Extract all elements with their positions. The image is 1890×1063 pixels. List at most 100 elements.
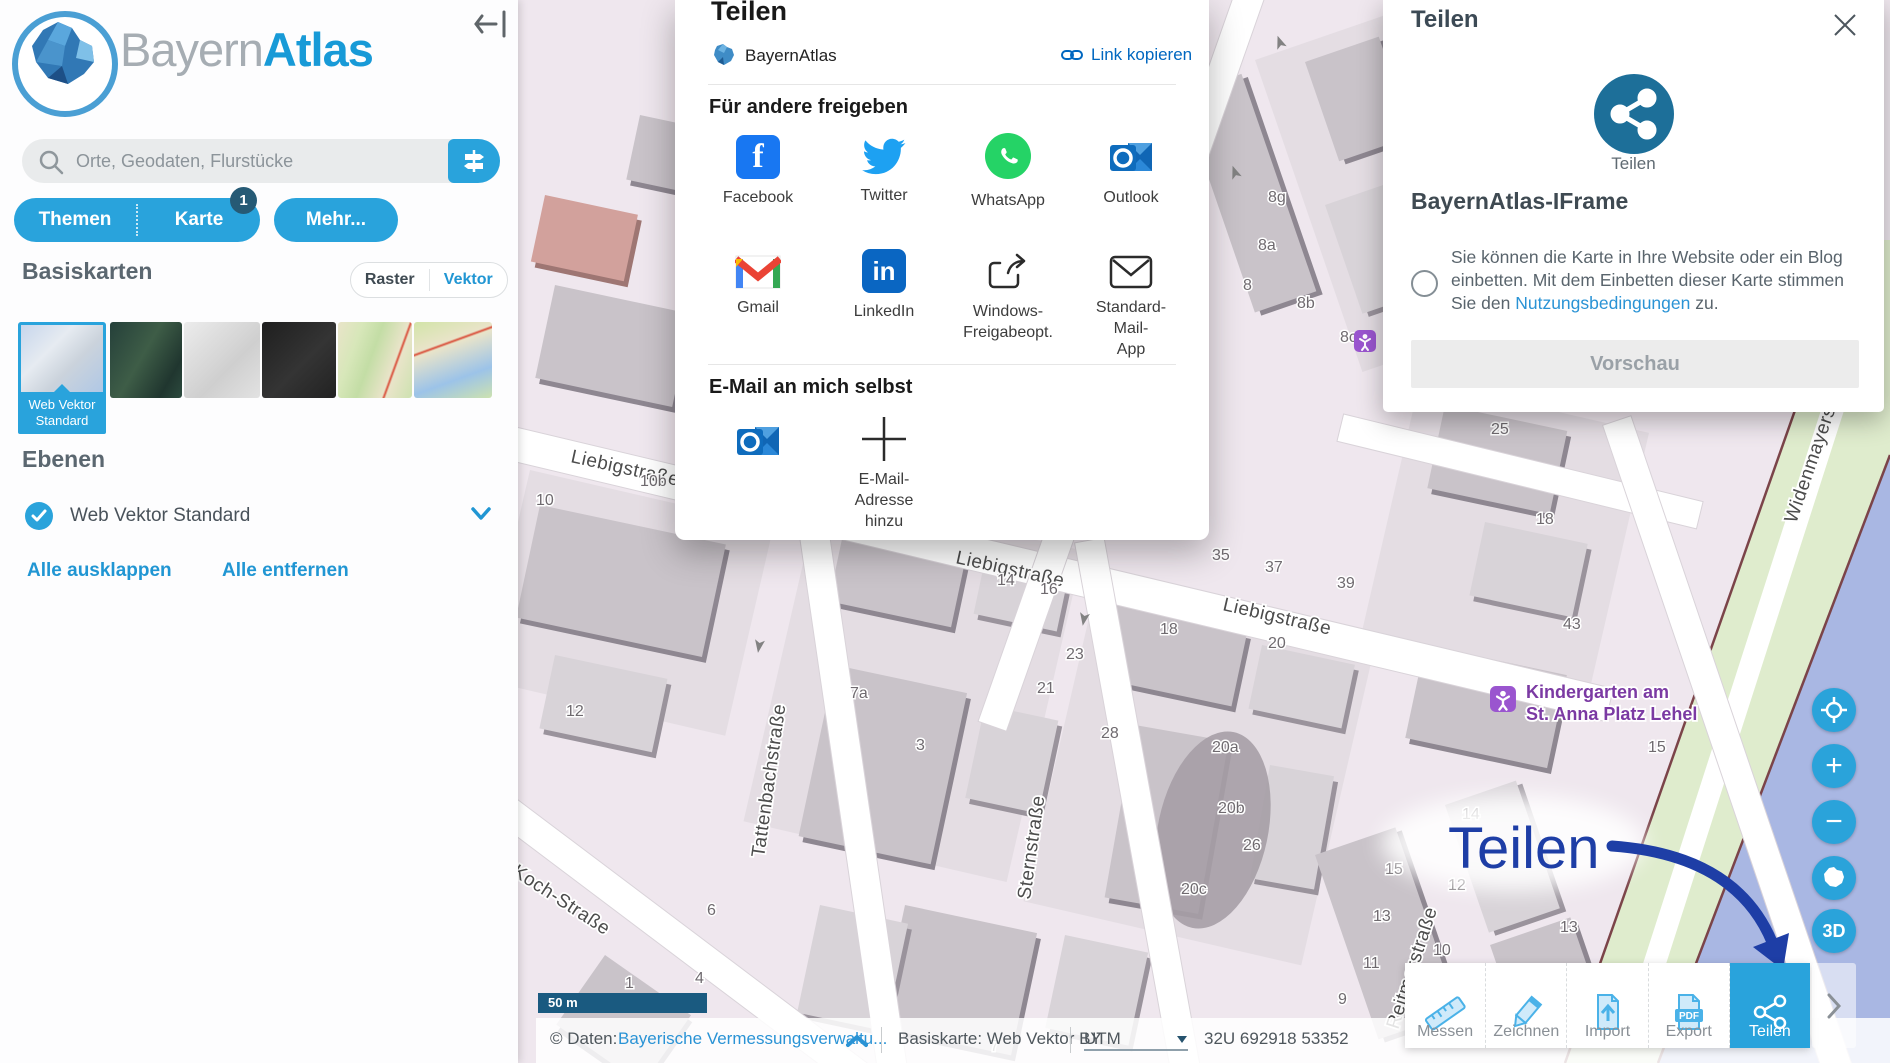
iframe-heading: BayernAtlas-IFrame (1411, 188, 1628, 215)
add-email-line1: E-Mail-Adresse (855, 471, 914, 509)
svg-text:11: 11 (1363, 955, 1380, 972)
tab-mehr[interactable]: Mehr... (274, 198, 398, 242)
copy-link-label: Link kopieren (1091, 45, 1192, 65)
geolocate-button[interactable] (1812, 688, 1856, 732)
toggle-vektor[interactable]: Vektor (430, 270, 508, 290)
divider (708, 364, 1176, 365)
svg-text:8a: 8a (1258, 237, 1276, 254)
zoom-to-extent-button[interactable] (1812, 856, 1856, 900)
measure-button[interactable]: Messen (1405, 963, 1486, 1048)
svg-text:13: 13 (1560, 919, 1578, 936)
shared-item-row: BayernAtlas (711, 42, 737, 70)
layer-checkbox[interactable] (25, 502, 53, 530)
share-circle-icon[interactable] (1592, 72, 1676, 156)
svg-text:9: 9 (1338, 991, 1347, 1008)
geolocate-icon (1820, 696, 1848, 724)
svg-text:43: 43 (1563, 616, 1581, 633)
basemap-thumb-gray[interactable] (184, 322, 260, 398)
collapse-attribution-icon[interactable] (844, 1033, 870, 1049)
svg-text:Kindergarten am: Kindergarten am (1526, 682, 1669, 702)
bayernatlas-app: Liebigstraße Liebigstraße Liebigstraße T… (0, 0, 1890, 1063)
layer-expand-chevron[interactable] (470, 506, 492, 522)
copy-link-button[interactable]: Link kopieren (1055, 44, 1198, 66)
tool-label: Import (1567, 1023, 1647, 1041)
svg-text:16: 16 (1040, 581, 1058, 598)
outlook-icon (735, 419, 781, 463)
preview-button[interactable]: Vorschau (1411, 340, 1859, 388)
svg-text:8g: 8g (1268, 189, 1286, 206)
basemap-thumb-topo2[interactable] (414, 322, 492, 398)
expand-all-link[interactable]: Alle ausklappen (27, 560, 172, 582)
brand-bayern: Bayern (120, 23, 263, 76)
svg-text:14: 14 (997, 572, 1015, 589)
linkedin-icon: in (862, 249, 906, 293)
email-self-outlook[interactable] (703, 418, 813, 464)
share-whatsapp[interactable]: WhatsApp (953, 132, 1063, 212)
zoom-in-button[interactable]: + (1812, 744, 1856, 788)
svg-text:PDF: PDF (1679, 1011, 1699, 1022)
karte-badge: 1 (230, 187, 257, 214)
share-panel-title: Teilen (1411, 6, 1479, 34)
collapse-arrow-icon (474, 8, 508, 40)
iframe-radio[interactable] (1411, 270, 1438, 297)
svg-text:20b: 20b (1218, 800, 1245, 817)
share-icon-label: Teilen (1383, 154, 1884, 174)
close-icon (1832, 12, 1858, 38)
basemap-thumb-topo[interactable] (338, 322, 412, 398)
svg-text:10: 10 (1433, 942, 1451, 959)
bavaria-outline-icon (1821, 865, 1847, 891)
terms-link[interactable]: Nutzungsbedingungen (1515, 293, 1690, 313)
raster-vektor-toggle: Raster Vektor (350, 262, 508, 298)
windows-share-icon (986, 251, 1030, 293)
share-panel: Teilen Teilen BayernAtlas-IFrame Sie kön… (1383, 0, 1884, 412)
tab-themen[interactable]: Themen (14, 198, 136, 242)
add-email-button[interactable]: E-Mail-Adresse hinzu (829, 412, 939, 533)
export-button[interactable]: PDF Export (1649, 963, 1730, 1048)
svg-text:37: 37 (1265, 559, 1283, 576)
crs-select[interactable]: UTM (1084, 1029, 1188, 1051)
search-input[interactable] (74, 139, 434, 183)
share-facebook[interactable]: f Facebook (703, 134, 813, 209)
outlook-icon (1108, 135, 1154, 179)
windows-share-dialog: Teilen BayernAtlas Link kopieren Für and… (675, 0, 1209, 540)
import-button[interactable]: Import (1567, 963, 1648, 1048)
chevron-down-icon (470, 506, 492, 522)
svg-text:St. Anna Platz Lehel: St. Anna Platz Lehel (1526, 704, 1697, 724)
app-label: WhatsApp (959, 190, 1057, 211)
3d-button[interactable]: 3D (1812, 909, 1856, 953)
collapse-sidebar-button[interactable] (468, 4, 512, 44)
basemap-thumb-dark[interactable] (262, 322, 336, 398)
share-button[interactable]: Teilen (1730, 963, 1810, 1048)
remove-all-link[interactable]: Alle entfernen (222, 560, 349, 582)
draw-button[interactable]: Zeichnen (1486, 963, 1567, 1048)
dialog-title: Teilen (711, 0, 787, 27)
svg-text:4: 4 (695, 970, 704, 987)
share-outlook[interactable]: Outlook (1076, 134, 1186, 209)
share-twitter[interactable]: Twitter (829, 134, 939, 207)
svg-text:20a: 20a (1212, 739, 1239, 756)
shared-item-name: BayernAtlas (745, 46, 837, 66)
iframe-desc-suffix: zu. (1690, 293, 1718, 313)
zoom-out-button[interactable]: − (1812, 800, 1856, 844)
toolbar-more-button[interactable] (1812, 963, 1856, 1048)
annotation-teilen-text: Teilen (1448, 816, 1600, 881)
share-linkedin[interactable]: in LinkedIn (829, 248, 939, 323)
svg-text:8: 8 (1243, 277, 1252, 294)
share-default-mail[interactable]: Standard-Mail- App (1076, 248, 1186, 361)
check-icon (31, 509, 47, 523)
share-gmail[interactable]: Gmail (703, 248, 813, 319)
search-icon (38, 149, 64, 175)
close-panel-button[interactable] (1826, 8, 1860, 42)
svg-text:3: 3 (916, 737, 925, 754)
toggle-raster[interactable]: Raster (351, 270, 429, 290)
svg-text:18: 18 (1536, 511, 1554, 528)
search-advanced-button[interactable] (448, 139, 500, 183)
facebook-icon: f (736, 135, 780, 179)
crs-value: UTM (1084, 1029, 1121, 1049)
app-label: Outlook (1082, 187, 1180, 208)
basemap-thumb-satellite[interactable] (110, 322, 182, 398)
svg-text:10: 10 (536, 492, 554, 509)
share-windows-options[interactable]: Windows- Freigabeopt. (953, 248, 1063, 344)
chevron-down-icon (1176, 1029, 1188, 1049)
svg-text:25: 25 (1491, 421, 1509, 438)
